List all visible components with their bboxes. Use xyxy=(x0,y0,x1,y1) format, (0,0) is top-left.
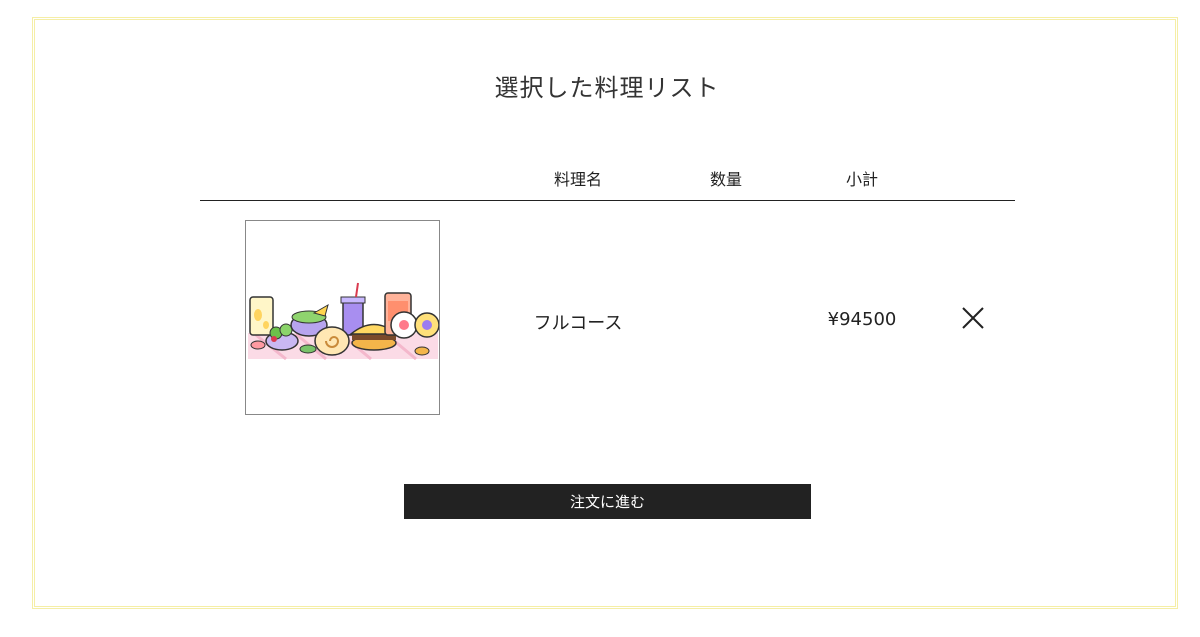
header-quantity: 数量 xyxy=(709,170,743,189)
table-header: 料理名 数量 小計 xyxy=(200,158,1015,201)
header-subtotal: 小計 xyxy=(845,170,879,189)
header-dish-name: 料理名 xyxy=(553,170,603,189)
page-title: 選択した料理リスト xyxy=(494,74,720,102)
dish-image xyxy=(245,220,440,415)
table-row: フルコース ¥94500 xyxy=(200,200,1015,440)
dish-name: フルコース xyxy=(533,313,623,334)
proceed-to-order-button[interactable]: 注文に進む xyxy=(404,484,811,519)
food-spread-illustration xyxy=(248,282,439,361)
dish-subtotal: ¥94500 xyxy=(827,309,897,330)
remove-item-button[interactable] xyxy=(958,303,988,333)
close-icon xyxy=(962,307,984,329)
